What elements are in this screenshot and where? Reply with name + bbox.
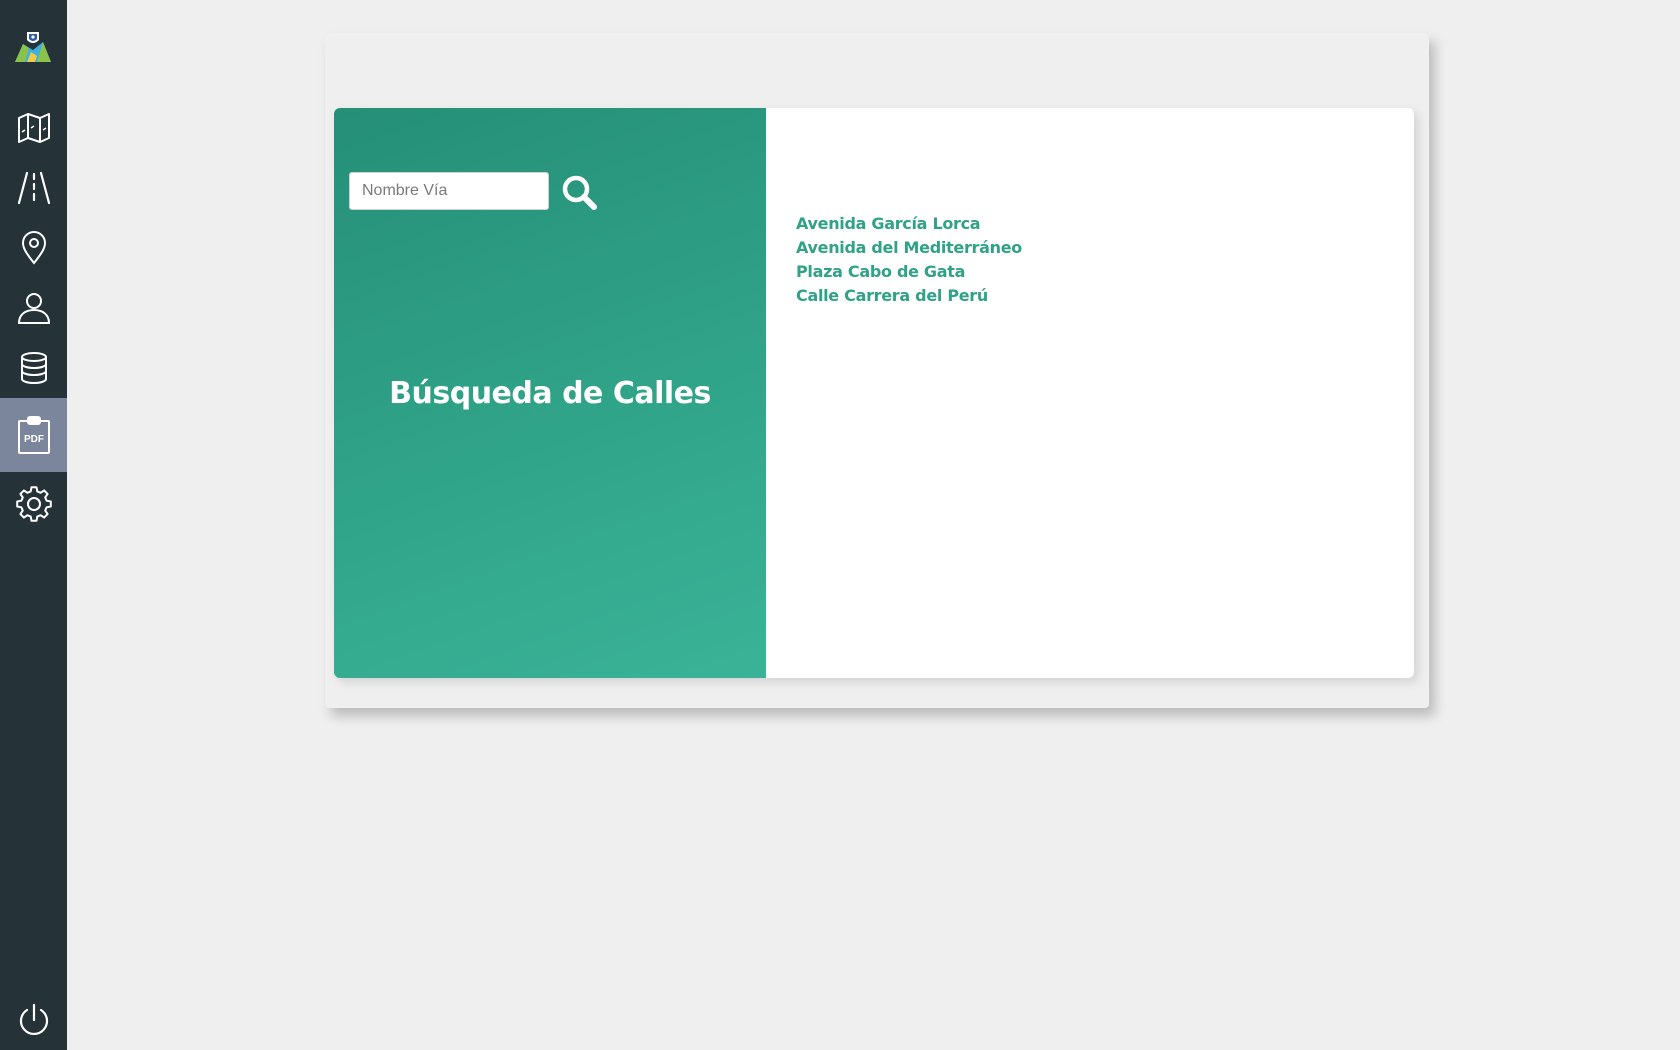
search-icon (562, 175, 597, 210)
gear-icon (15, 486, 52, 522)
street-result-item[interactable]: Plaza Cabo de Gata (796, 260, 1022, 284)
pdf-badge: PDF (24, 434, 44, 445)
street-results-list: Avenida García Lorca Avenida del Mediter… (796, 212, 1022, 308)
pdf-clipboard-icon: PDF (17, 416, 50, 454)
street-result-item[interactable]: Avenida García Lorca (796, 212, 1022, 236)
database-icon (20, 352, 47, 385)
street-search-card: Búsqueda de Calles Avenida García Lorca … (334, 108, 1414, 678)
sidebar-item-roads[interactable] (0, 158, 67, 218)
street-result-item[interactable]: Calle Carrera del Perú (796, 284, 1022, 308)
sidebar-item-settings[interactable] (0, 474, 67, 534)
road-icon (17, 171, 50, 205)
street-name-input[interactable] (349, 172, 549, 210)
sidebar-item-database[interactable] (0, 338, 67, 398)
location-pin-icon (21, 231, 46, 265)
sidebar-item-pdf-reports[interactable]: PDF (0, 398, 67, 472)
sidebar: PDF (0, 0, 67, 1050)
street-result-item[interactable]: Avenida del Mediterráneo (796, 236, 1022, 260)
sidebar-item-map[interactable] (0, 98, 67, 158)
search-panel: Búsqueda de Calles (334, 108, 766, 678)
page-title: Búsqueda de Calles (389, 376, 711, 411)
user-icon (17, 293, 50, 324)
sidebar-item-users[interactable] (0, 278, 67, 338)
sidebar-item-locations[interactable] (0, 218, 67, 278)
app-logo[interactable] (13, 26, 53, 66)
power-icon (19, 1003, 48, 1035)
power-button[interactable] (0, 990, 67, 1050)
map-icon (17, 113, 50, 143)
search-button[interactable] (560, 173, 600, 213)
